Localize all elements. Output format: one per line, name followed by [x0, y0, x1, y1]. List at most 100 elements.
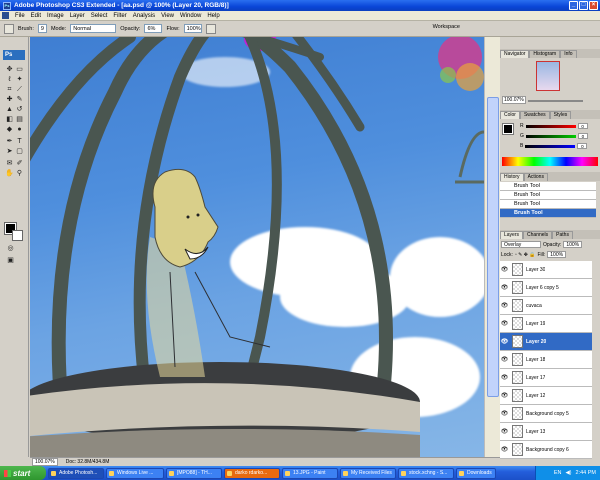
hand-tool-icon[interactable]: ✋: [5, 169, 14, 178]
magic-wand-icon[interactable]: ✦: [15, 75, 24, 84]
layer-row[interactable]: 👁 Layer 19: [500, 315, 592, 333]
path-selection-icon[interactable]: ➤: [5, 147, 14, 156]
task-received-files[interactable]: My Received Files: [340, 467, 396, 479]
visibility-eye-icon[interactable]: 👁: [500, 302, 509, 309]
task-stock-xchng[interactable]: stock.xchng - S...: [398, 467, 454, 479]
tab-navigator[interactable]: Navigator: [500, 50, 530, 58]
history-item[interactable]: Brush Tool: [500, 191, 596, 200]
layer-row[interactable]: 👁 Layer 18: [500, 351, 592, 369]
menu-help[interactable]: Help: [207, 13, 219, 19]
slice-tool-icon[interactable]: ⟋: [15, 85, 24, 94]
layer-row[interactable]: 👁 Background copy 5: [500, 405, 592, 423]
background-color-swatch[interactable]: [12, 230, 23, 241]
tab-paths[interactable]: Paths: [552, 231, 573, 239]
visibility-eye-icon[interactable]: 👁: [500, 338, 509, 345]
language-indicator[interactable]: EN: [554, 470, 562, 476]
tab-actions[interactable]: Actions: [523, 173, 548, 181]
mode-select[interactable]: Normal: [70, 24, 117, 33]
menu-edit[interactable]: Edit: [31, 13, 41, 19]
flow-field[interactable]: 100%: [183, 24, 202, 33]
layer-row[interactable]: 👁 Layer 30: [500, 261, 592, 279]
notes-tool-icon[interactable]: ✉: [5, 159, 14, 168]
layer-row[interactable]: 👁 Background copy 6: [500, 441, 592, 459]
maximize-button[interactable]: □: [579, 1, 588, 10]
menu-image[interactable]: Image: [47, 13, 64, 19]
task-downloads[interactable]: Downloads: [456, 467, 496, 479]
quick-mask-icon[interactable]: ◎: [6, 244, 15, 253]
menu-layer[interactable]: Layer: [70, 13, 85, 19]
menu-analysis[interactable]: Analysis: [133, 13, 155, 19]
color-foreground-swatch[interactable]: [502, 123, 514, 135]
fill-field[interactable]: 100%: [547, 251, 567, 258]
gradient-tool-icon[interactable]: ▤: [15, 115, 24, 124]
menu-window[interactable]: Window: [180, 13, 201, 19]
layer-row[interactable]: 👁 Layer 13: [500, 423, 592, 441]
eyedropper-icon[interactable]: ✐: [15, 159, 24, 168]
menu-select[interactable]: Select: [91, 13, 108, 19]
task-photoshop[interactable]: Adobe Photosh...: [48, 467, 104, 479]
canvas-vertical-scrollbar[interactable]: [484, 37, 500, 457]
zoom-field[interactable]: 100.07%: [32, 458, 58, 466]
blue-value-field[interactable]: 0: [577, 143, 588, 149]
minimize-button[interactable]: _: [569, 1, 578, 10]
start-button[interactable]: start: [0, 466, 46, 480]
layer-row[interactable]: 👁 cuvaca: [500, 297, 592, 315]
task-darko[interactable]: darko rdarko...: [224, 467, 280, 479]
task-paint[interactable]: 13.JPG - Paint: [282, 467, 338, 479]
document-canvas[interactable]: [30, 37, 484, 457]
healing-brush-icon[interactable]: ✚: [5, 95, 14, 104]
navigator-zoom-field[interactable]: 100.07%: [502, 96, 526, 104]
task-windows-live[interactable]: Windows Live ...: [106, 467, 164, 479]
workspace-button[interactable]: Workspace: [433, 24, 460, 30]
visibility-eye-icon[interactable]: 👁: [500, 356, 509, 363]
visibility-eye-icon[interactable]: 👁: [500, 392, 509, 399]
tab-info[interactable]: Info: [560, 50, 577, 58]
color-spectrum-bar[interactable]: [502, 157, 598, 166]
green-slider[interactable]: [525, 134, 576, 138]
lock-icons[interactable]: ▫ ✎ ✥ 🔒: [515, 252, 536, 258]
clone-stamp-icon[interactable]: ▲: [5, 105, 14, 114]
brush-tool-preset-icon[interactable]: [4, 23, 14, 34]
blend-mode-select[interactable]: Overlay: [501, 241, 541, 248]
navigator-zoom-slider[interactable]: [528, 100, 583, 102]
pen-tool-icon[interactable]: ✒: [5, 137, 14, 146]
close-button[interactable]: ×: [589, 1, 598, 10]
layer-row[interactable]: 👁 Layer 6 copy 5: [500, 279, 592, 297]
red-value-field[interactable]: 0: [577, 123, 588, 129]
history-brush-icon[interactable]: ↺: [15, 105, 24, 114]
opacity-field[interactable]: 6%: [144, 24, 163, 33]
visibility-eye-icon[interactable]: 👁: [500, 266, 509, 273]
navigator-thumbnail[interactable]: [536, 61, 560, 91]
visibility-eye-icon[interactable]: 👁: [500, 284, 509, 291]
history-item[interactable]: Brush Tool: [500, 200, 596, 209]
move-tool-icon[interactable]: ✥: [5, 65, 14, 74]
marquee-tool-icon[interactable]: ▭: [15, 65, 24, 74]
red-slider[interactable]: [525, 124, 576, 128]
tab-histogram[interactable]: Histogram: [529, 50, 561, 58]
tab-color[interactable]: Color: [500, 111, 520, 119]
blue-slider[interactable]: [525, 144, 576, 148]
zoom-tool-icon[interactable]: ⚲: [15, 169, 24, 178]
layer-opacity-field[interactable]: 100%: [563, 241, 583, 248]
lasso-tool-icon[interactable]: ℓ: [5, 75, 14, 84]
blur-tool-icon[interactable]: ◆: [5, 125, 14, 134]
tab-swatches[interactable]: Swatches: [519, 111, 550, 119]
screen-mode-icon[interactable]: ▣: [6, 256, 15, 265]
visibility-eye-icon[interactable]: 👁: [500, 446, 509, 453]
menu-file[interactable]: File: [15, 13, 25, 19]
history-item[interactable]: Brush Tool: [500, 182, 596, 191]
brush-size-picker[interactable]: 9: [37, 24, 47, 33]
crop-tool-icon[interactable]: ⌗: [5, 85, 14, 94]
visibility-eye-icon[interactable]: 👁: [500, 428, 509, 435]
volume-icon[interactable]: ◀): [565, 470, 571, 476]
visibility-eye-icon[interactable]: 👁: [500, 320, 509, 327]
menu-filter[interactable]: Filter: [113, 13, 126, 19]
clock[interactable]: 2:44 PM: [576, 470, 596, 476]
airbrush-icon[interactable]: [205, 23, 216, 34]
shape-tool-icon[interactable]: ▢: [15, 147, 24, 156]
dodge-tool-icon[interactable]: ●: [15, 125, 24, 134]
task-mpo[interactable]: [MPO88] - TH...: [166, 467, 222, 479]
tab-styles[interactable]: Styles: [549, 111, 572, 119]
layer-row[interactable]: 👁 Layer 20: [500, 333, 592, 351]
document-icon[interactable]: [2, 12, 9, 19]
